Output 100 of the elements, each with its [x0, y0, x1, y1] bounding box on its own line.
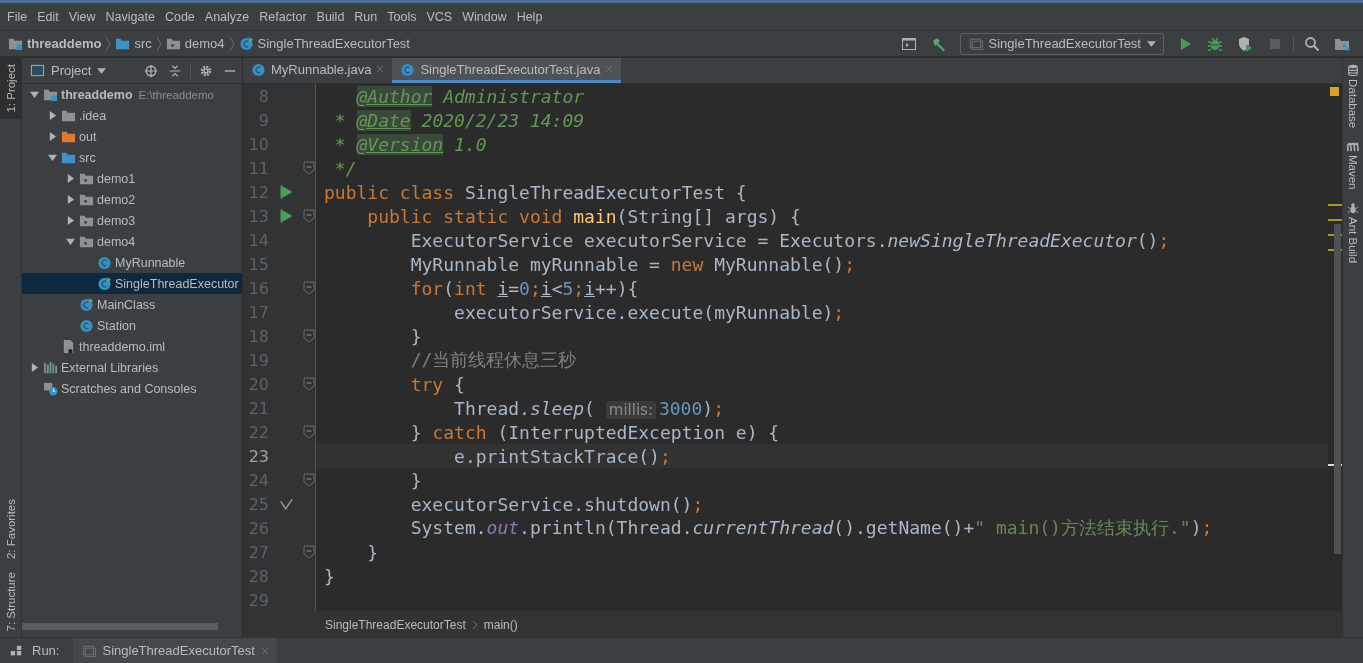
expanded-arrow-icon[interactable]	[30, 90, 39, 99]
folder-icon	[61, 150, 76, 165]
code-line: try {	[409, 373, 465, 395]
run-icon[interactable]	[279, 209, 293, 223]
tree-item[interactable]: demo1	[22, 168, 242, 189]
menu-item[interactable]: Run	[349, 9, 383, 24]
code-line: }	[324, 565, 335, 587]
crosshair-icon[interactable]	[144, 63, 158, 78]
tool-window-tab[interactable]: 2: Favorites	[0, 493, 21, 566]
hammer-icon[interactable]	[930, 35, 947, 52]
fold-marker-icon[interactable]	[303, 473, 315, 487]
fold-marker-icon[interactable]	[303, 209, 315, 223]
code-line: }	[409, 469, 422, 491]
fold-marker-icon[interactable]	[303, 281, 315, 295]
menu-item[interactable]: Edit	[32, 9, 64, 24]
folder-icon	[61, 129, 76, 144]
menu-item[interactable]: Tools	[382, 9, 422, 24]
collapsed-arrow-icon[interactable]	[66, 216, 75, 225]
tool-window-tab[interactable]: Ant Build	[1347, 195, 1359, 269]
tool-window-tab[interactable]: Maven	[1347, 134, 1359, 196]
package-folder-icon	[79, 192, 94, 207]
scrollbar-thumb[interactable]	[22, 623, 218, 630]
tree-item[interactable]: Scratches and Consoles	[22, 378, 242, 399]
breadcrumb[interactable]: main()	[483, 617, 518, 632]
class-icon	[79, 297, 94, 312]
tree-item[interactable]: Station	[22, 315, 242, 336]
tree-item[interactable]: threaddemo E:\threaddemo	[22, 84, 242, 105]
tree-item[interactable]: demo2	[22, 189, 242, 210]
menu-item[interactable]: Help	[511, 9, 548, 24]
code-line: public class SingleThreadExecutorTest {	[324, 181, 747, 203]
close-icon[interactable]	[376, 65, 385, 73]
tool-window-tab[interactable]: Database	[1347, 58, 1359, 135]
collapsed-arrow-icon[interactable]	[30, 363, 39, 372]
tool-windows-icon[interactable]	[9, 643, 23, 658]
menu-item[interactable]: File	[2, 9, 33, 24]
menu-item[interactable]: Refactor	[254, 9, 312, 24]
run-configuration-dropdown[interactable]: SingleThreadExecutorTest	[959, 32, 1164, 55]
code-line: }	[366, 541, 379, 563]
tree-item[interactable]: demo3	[22, 210, 242, 231]
breadcrumb[interactable]: src	[115, 36, 152, 51]
fold-marker-icon[interactable]	[303, 377, 315, 391]
ant-icon	[1347, 201, 1359, 214]
run-tab[interactable]: SingleThreadExecutorTest	[73, 638, 277, 663]
package-folder-icon	[79, 213, 94, 228]
bug-icon[interactable]	[1207, 35, 1223, 52]
fold-marker-icon[interactable]	[303, 329, 315, 343]
close-icon[interactable]	[260, 646, 269, 655]
chevron-icon	[228, 35, 235, 52]
fold-marker-icon[interactable]	[303, 545, 315, 559]
scrollbar-thumb[interactable]	[1334, 224, 1341, 554]
collapse-all-icon[interactable]	[168, 63, 182, 78]
collapsed-arrow-icon[interactable]	[48, 132, 57, 141]
editor-tab[interactable]: MyRunnable.java	[243, 58, 393, 83]
code-line: ExecutorService executorService = Executors.newSingleThreadExecutor();	[409, 229, 1170, 251]
collapsed-arrow-icon[interactable]	[66, 174, 75, 183]
code-line: executorService.shutdown();	[409, 493, 704, 515]
class-icon	[238, 36, 254, 51]
tree-item[interactable]: src	[22, 147, 242, 168]
expanded-arrow-icon[interactable]	[48, 153, 57, 162]
folder-icon	[115, 36, 131, 51]
breadcrumb[interactable]: SingleThreadExecutorTest	[325, 617, 466, 632]
collapsed-arrow-icon[interactable]	[48, 111, 57, 120]
scratch-icon	[43, 381, 58, 396]
breadcrumb[interactable]: threaddemo	[8, 36, 102, 51]
code-line: } catch (InterruptedException e) {	[409, 421, 780, 443]
project-view-dropdown[interactable]: Project	[30, 63, 107, 78]
editor-tab[interactable]: SingleThreadExecutorTest.java	[392, 58, 622, 83]
code-line: MyRunnable myRunnable = new MyRunnable();	[409, 253, 856, 275]
module-folder-icon	[43, 87, 58, 102]
tree-item[interactable]: SingleThreadExecutor	[22, 273, 242, 294]
tree-item[interactable]: MainClass	[22, 294, 242, 315]
run-icon[interactable]	[279, 185, 293, 199]
menu-item[interactable]: Navigate	[100, 9, 160, 24]
tree-item[interactable]: External Libraries	[22, 357, 242, 378]
tree-item[interactable]: MyRunnable	[22, 252, 242, 273]
terminal-window-icon[interactable]	[900, 35, 917, 52]
menu-item[interactable]: Window	[457, 9, 512, 24]
tree-item[interactable]: .idea	[22, 105, 242, 126]
tree-item[interactable]: threaddemo.iml	[22, 336, 242, 357]
tool-window-tab[interactable]: 7: Structure	[0, 565, 21, 637]
collapsed-arrow-icon[interactable]	[66, 195, 75, 204]
code-line: for(int i=0;i<5;i++){	[409, 277, 639, 299]
search-icon[interactable]	[1304, 35, 1320, 52]
path-hint: E:\threaddemo	[138, 88, 214, 101]
menu-item[interactable]: VCS	[421, 9, 458, 24]
expanded-arrow-icon[interactable]	[66, 237, 75, 246]
breadcrumb[interactable]: SingleThreadExecutorTest	[238, 36, 410, 51]
tool-window-tab[interactable]: 1: Project	[0, 58, 21, 119]
settings-icon[interactable]	[199, 63, 213, 78]
menu-item[interactable]: View	[63, 9, 101, 24]
menu-item[interactable]: Code	[159, 9, 200, 24]
menu-item[interactable]: Build	[311, 9, 350, 24]
tree-item[interactable]: demo4	[22, 231, 242, 252]
coverage-icon[interactable]	[1237, 35, 1253, 52]
breadcrumb[interactable]: demo4	[165, 36, 225, 51]
tree-item[interactable]: out	[22, 126, 242, 147]
menu-item[interactable]: Analyze	[199, 9, 255, 24]
fold-marker-icon[interactable]	[303, 425, 315, 439]
package-folder-icon	[79, 234, 94, 249]
fold-marker-icon[interactable]	[303, 161, 315, 175]
